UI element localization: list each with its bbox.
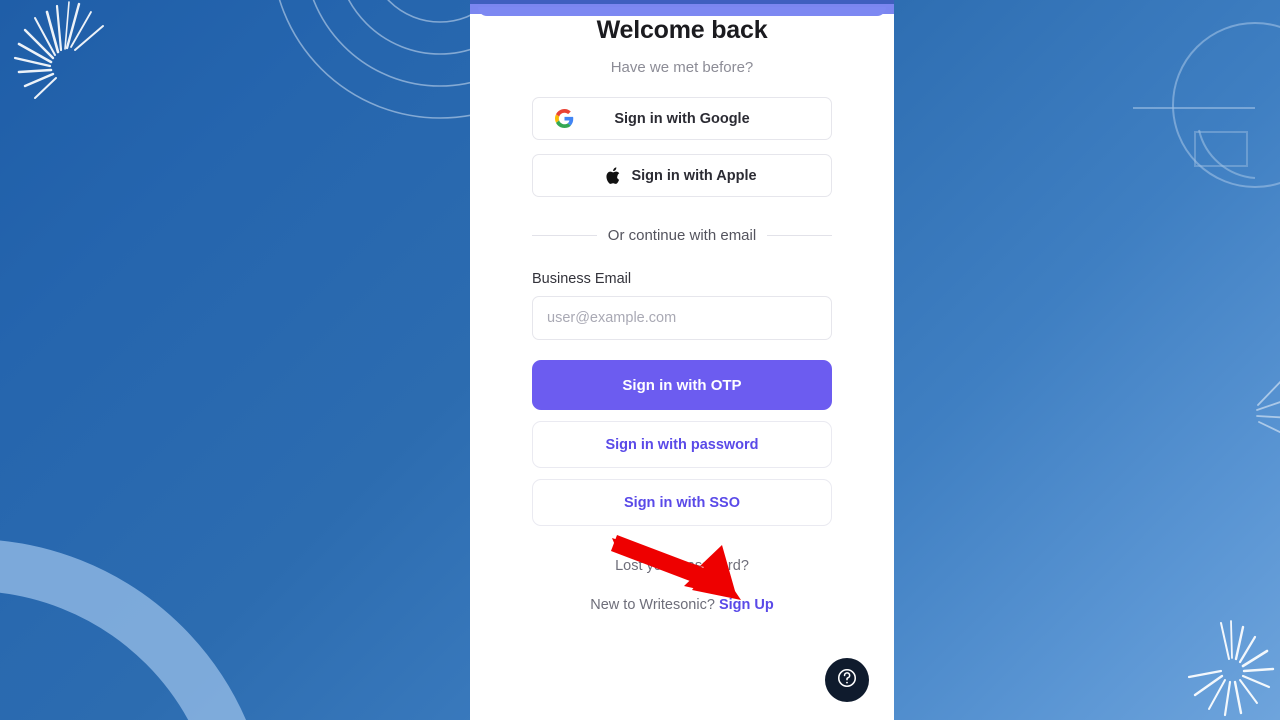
lost-password-link[interactable]: Lost your password? [532,558,832,574]
email-divider: Or continue with email [532,227,832,244]
sign-in-with-google-label: Sign in with Google [614,110,750,127]
sign-in-with-sso-button[interactable]: Sign in with SSO [532,479,832,526]
signup-prompt-text: New to Writesonic? [590,597,715,613]
sign-in-with-apple-label: Sign in with Apple [631,167,757,184]
page-title: Welcome back [596,16,768,44]
email-field-label: Business Email [532,271,632,287]
signup-row: New to Writesonic? Sign Up [532,597,832,613]
sign-in-with-google-button[interactable]: Sign in with Google [532,97,832,140]
login-card-content: Welcome back Have we met before? Sign in… [470,14,894,613]
email-input[interactable] [532,296,832,340]
google-icon [555,109,574,128]
page-subtitle: Have we met before? [610,59,754,76]
apple-icon [605,166,622,186]
divider-label: Or continue with email [607,227,757,244]
divider-rule-left [532,235,597,236]
login-card: Welcome back Have we met before? Sign in… [470,0,894,720]
sign-in-with-apple-button[interactable]: Sign in with Apple [532,154,832,197]
right-edge-sunburst-decoration [1256,380,1280,434]
bottom-right-sunburst-decoration [1187,620,1275,717]
bottom-left-ring-decoration [0,540,247,720]
help-button[interactable] [825,658,869,702]
sign-in-with-password-button[interactable]: Sign in with password [532,421,832,468]
top-left-sunburst-decoration [13,1,104,99]
sign-in-with-otp-button[interactable]: Sign in with OTP [532,360,832,410]
promo-banner-bar[interactable] [470,0,894,16]
divider-rule-right [767,235,832,236]
top-right-circle-decoration [1133,22,1280,188]
signup-link[interactable]: Sign Up [719,597,774,613]
question-mark-icon [836,667,858,694]
